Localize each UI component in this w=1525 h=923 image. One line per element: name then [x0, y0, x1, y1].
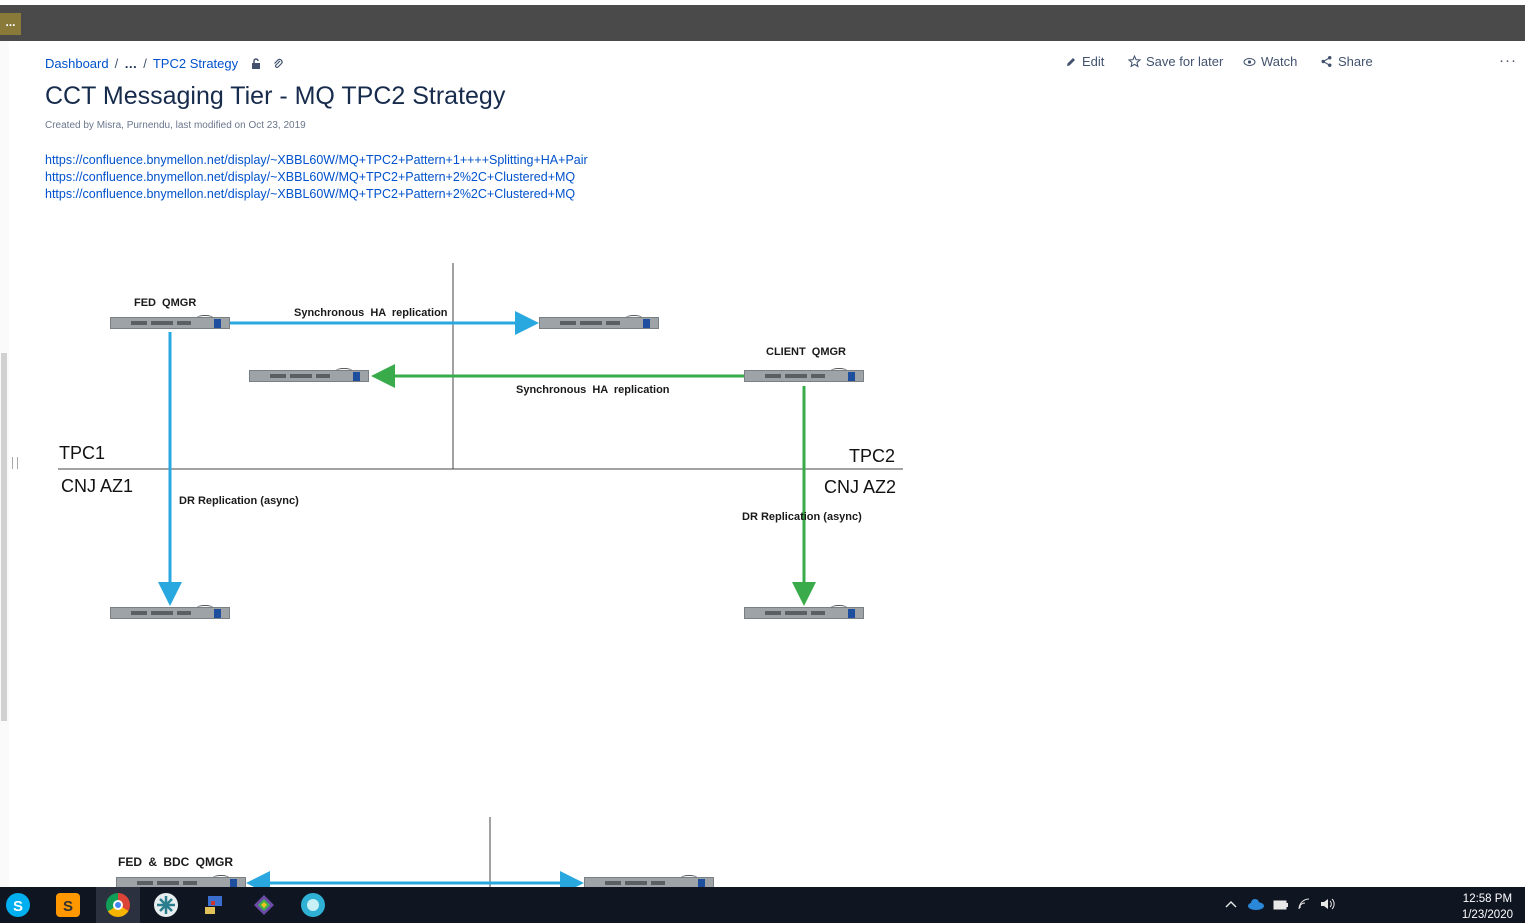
- label-client-qmgr: CLIENT QMGR: [766, 346, 846, 358]
- taskbar-clock[interactable]: 12:58 PM 1/23/2020: [1462, 891, 1513, 923]
- skype-icon[interactable]: S: [6, 893, 30, 917]
- onedrive-icon[interactable]: [1247, 898, 1265, 910]
- label-tpc2: TPC2: [849, 446, 896, 466]
- server-fed-standby: [539, 315, 659, 329]
- wifi-icon[interactable]: [1297, 897, 1311, 911]
- svg-text:S: S: [13, 898, 23, 915]
- server-dr-right: [744, 605, 864, 619]
- network-icon[interactable]: [202, 893, 226, 917]
- git-icon[interactable]: [252, 893, 276, 917]
- label-az2: CNJ AZ2: [824, 477, 897, 497]
- server-client-primary: [744, 368, 864, 382]
- sublime-icon[interactable]: S: [56, 893, 80, 917]
- server-fed-primary: [110, 315, 230, 329]
- label-fed-qmgr: FED QMGR: [134, 297, 197, 309]
- label-az1: CNJ AZ1: [61, 476, 134, 496]
- volume-icon[interactable]: [1319, 897, 1335, 911]
- server-client-standby: [249, 368, 369, 382]
- diagram-lines: [58, 263, 903, 895]
- label-dr-left: DR Replication (async): [179, 495, 299, 507]
- label-sync-top: Synchronous HA replication: [294, 307, 448, 319]
- chrome-icon[interactable]: [106, 893, 130, 917]
- label-dr-right: DR Replication (async): [742, 511, 862, 523]
- label-tpc1: TPC1: [59, 443, 106, 463]
- label-fed-bdc-qmgr: FED & BDC QMGR: [118, 855, 233, 869]
- system-tray: [1225, 887, 1395, 923]
- server-dr-left: [110, 605, 230, 619]
- clock-date: 1/23/2020: [1461, 909, 1513, 921]
- windows-taskbar: S S 12:58 PM 1/23/2020: [0, 887, 1525, 923]
- browser-icon[interactable]: [301, 893, 325, 917]
- chevron-up-icon[interactable]: [1225, 899, 1237, 909]
- label-sync-bottom: Synchronous HA replication: [516, 384, 670, 396]
- battery-icon[interactable]: [1273, 898, 1289, 910]
- svg-text:S: S: [63, 898, 73, 915]
- clock-time: 12:58 PM: [1462, 893, 1513, 905]
- app-icon[interactable]: [154, 893, 178, 917]
